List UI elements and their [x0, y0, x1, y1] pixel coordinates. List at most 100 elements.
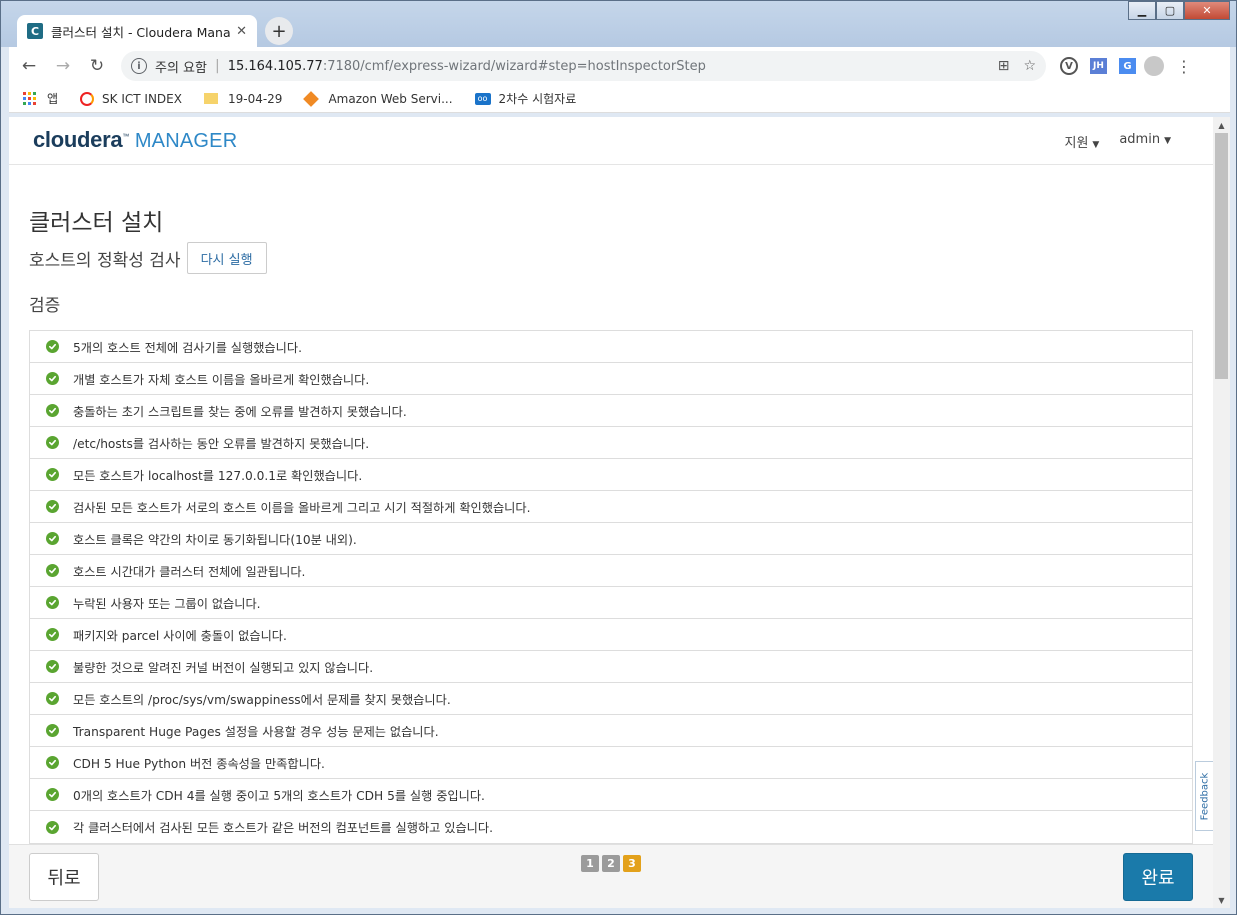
table-row: 호스트 시간대가 클러스터 전체에 일관됩니다. [30, 555, 1192, 587]
scrollbar-thumb[interactable] [1215, 133, 1228, 379]
vertical-scrollbar[interactable]: ▲ ▼ [1213, 117, 1230, 908]
step-indicator-2[interactable]: 2 [602, 855, 620, 872]
bookmark-apps[interactable]: 앱 [23, 90, 58, 107]
vimeo-extension-icon[interactable]: V [1060, 57, 1078, 75]
reload-icon[interactable]: ↻ [83, 52, 111, 80]
header-nav: 지원 ▼ admin ▼ [1065, 132, 1172, 151]
check-circle-icon [46, 436, 59, 449]
table-row: 검사된 모든 호스트가 서로의 호스트 이름을 올바르게 그리고 시기 적절하게… [30, 491, 1192, 523]
cloudera-favicon-icon: C [27, 23, 43, 39]
bookmark-label: 앱 [47, 92, 59, 106]
bookmark-label: 2차수 시험자료 [498, 92, 577, 106]
back-arrow-icon[interactable]: ← [15, 52, 43, 80]
caret-down-icon: ▼ [1092, 140, 1100, 150]
extensions-area: V JH G [1060, 57, 1136, 75]
check-circle-icon [46, 532, 59, 545]
user-label: admin [1119, 132, 1161, 147]
minimize-button[interactable]: ▁ [1128, 1, 1156, 20]
sk-logo-icon [80, 91, 95, 106]
profile-avatar[interactable] [1144, 56, 1164, 76]
browser-window: ▁ ▢ ✕ C 클러스터 설치 - Cloudera Mana ✕ + ← → … [0, 0, 1237, 915]
check-message: 모든 호스트의 /proc/sys/vm/swappiness에서 문제를 찾지… [73, 692, 451, 707]
check-message: 0개의 호스트가 CDH 4를 실행 중이고 5개의 호스트가 CDH 5를 실… [73, 788, 485, 803]
browser-menu-icon[interactable]: ⋮ [1176, 57, 1192, 76]
check-message: 패키지와 parcel 사이에 충돌이 없습니다. [73, 628, 287, 643]
info-icon[interactable]: i [131, 58, 147, 74]
check-message: 불량한 것으로 알려진 커널 버전이 실행되고 있지 않습니다. [73, 660, 374, 675]
check-circle-icon [46, 724, 59, 737]
google-translate-extension-icon[interactable]: G [1119, 58, 1136, 74]
check-circle-icon [46, 692, 59, 705]
url-host: 15.164.105.77 [227, 58, 323, 74]
scroll-up-arrow-icon[interactable]: ▲ [1213, 117, 1230, 133]
logo-product: MANAGER [134, 130, 238, 152]
finish-button[interactable]: 완료 [1123, 853, 1193, 901]
table-row: /etc/hosts를 검사하는 동안 오류를 발견하지 못했습니다. [30, 427, 1192, 459]
bookmark-sk-ict-index[interactable]: SK ICT INDEX [80, 91, 182, 106]
jh-extension-icon[interactable]: JH [1090, 58, 1107, 74]
address-bar[interactable]: i 주의 요함 | 15.164.105.77:7180/cmf/express… [121, 51, 1046, 81]
back-button[interactable]: 뒤로 [29, 853, 99, 901]
check-message: 호스트 시간대가 클러스터 전체에 일관됩니다. [73, 564, 306, 579]
rerun-button[interactable]: 다시 실행 [186, 242, 267, 274]
step-indicator-3[interactable]: 3 [623, 855, 641, 872]
address-divider: | [214, 58, 220, 74]
translate-icon[interactable]: ⊞ [998, 58, 1010, 74]
check-message: 충돌하는 초기 스크립트를 찾는 중에 오류를 발견하지 못했습니다. [73, 404, 407, 419]
cloudera-header: cloudera™ MANAGER 지원 ▼ admin ▼ [9, 117, 1213, 165]
table-row: 호스트 클록은 약간의 차이로 동기화됩니다(10분 내외). [30, 523, 1192, 555]
caret-down-icon: ▼ [1164, 136, 1171, 146]
section-title: 검증 [29, 296, 61, 316]
feedback-label: Feedback [1199, 772, 1210, 820]
check-message: CDH 5 Hue Python 버전 종속성을 만족합니다. [73, 756, 325, 771]
bookmark-aws[interactable]: Amazon Web Servi... [303, 90, 453, 107]
check-circle-icon [46, 628, 59, 641]
bookmark-label: SK ICT INDEX [102, 91, 182, 106]
bookmark-label: Amazon Web Servi... [328, 91, 453, 106]
apps-grid-icon [23, 91, 37, 106]
close-window-button[interactable]: ✕ [1184, 1, 1230, 20]
feedback-tab[interactable]: Feedback [1195, 761, 1213, 831]
check-circle-icon [46, 660, 59, 673]
user-menu[interactable]: admin ▼ [1119, 132, 1171, 151]
step-indicator-1[interactable]: 1 [581, 855, 599, 872]
bookmarks-bar: 앱 SK ICT INDEX 19-04-29 Amazon Web Servi… [9, 85, 1230, 113]
aws-icon [303, 90, 320, 107]
cloudera-manager-logo[interactable]: cloudera™ MANAGER [33, 127, 237, 153]
trademark-mark: ™ [122, 133, 129, 141]
window-controls: ▁ ▢ ✕ [1128, 1, 1230, 20]
check-message: 호스트 클록은 약간의 차이로 동기화됩니다(10분 내외). [73, 532, 357, 547]
check-message: Transparent Huge Pages 설정을 사용할 경우 성능 문제는… [73, 724, 439, 739]
url-path: :7180/cmf/express-wizard/wizard#step=hos… [322, 58, 706, 74]
table-row: 0개의 호스트가 CDH 4를 실행 중이고 5개의 호스트가 CDH 5를 실… [30, 779, 1192, 811]
check-circle-icon [46, 564, 59, 577]
table-row: 5개의 호스트 전체에 검사기를 실행했습니다. [30, 331, 1192, 363]
check-message: 누락된 사용자 또는 그룹이 없습니다. [73, 596, 261, 611]
check-circle-icon [46, 596, 59, 609]
table-row: Transparent Huge Pages 설정을 사용할 경우 성능 문제는… [30, 715, 1192, 747]
bookmark-star-icon[interactable]: ☆ [1023, 58, 1036, 74]
check-circle-icon [46, 756, 59, 769]
page-title: 클러스터 설치 [29, 210, 164, 236]
table-row: 누락된 사용자 또는 그룹이 없습니다. [30, 587, 1192, 619]
maximize-button[interactable]: ▢ [1156, 1, 1184, 20]
scroll-down-arrow-icon[interactable]: ▼ [1213, 892, 1230, 908]
new-tab-button[interactable]: + [265, 17, 293, 45]
check-message: /etc/hosts를 검사하는 동안 오류를 발견하지 못했습니다. [73, 436, 370, 451]
tab-close-icon[interactable]: ✕ [236, 24, 247, 39]
folder-icon [203, 93, 218, 104]
bookmark-exam-materials[interactable]: oo 2차수 시험자료 [474, 90, 577, 107]
logo-brand: cloudera [33, 127, 123, 152]
browser-tab[interactable]: C 클러스터 설치 - Cloudera Mana ✕ [17, 15, 257, 47]
url-text[interactable]: 15.164.105.77:7180/cmf/express-wizard/wi… [228, 59, 998, 74]
forward-arrow-icon[interactable]: → [49, 52, 77, 80]
check-circle-icon [46, 404, 59, 417]
check-message: 각 클러스터에서 검사된 모든 호스트가 같은 버전의 컴포넌트를 실행하고 있… [73, 821, 493, 835]
oo-icon: oo [474, 92, 491, 105]
wizard-footer: 뒤로 1 2 3 완료 [9, 844, 1213, 908]
tab-title: 클러스터 설치 - Cloudera Mana [51, 24, 231, 40]
table-row: 충돌하는 초기 스크립트를 찾는 중에 오류를 발견하지 못했습니다. [30, 395, 1192, 427]
bookmark-folder-19-04-29[interactable]: 19-04-29 [203, 92, 282, 106]
check-circle-icon [46, 788, 59, 801]
support-menu[interactable]: 지원 ▼ [1065, 132, 1100, 151]
